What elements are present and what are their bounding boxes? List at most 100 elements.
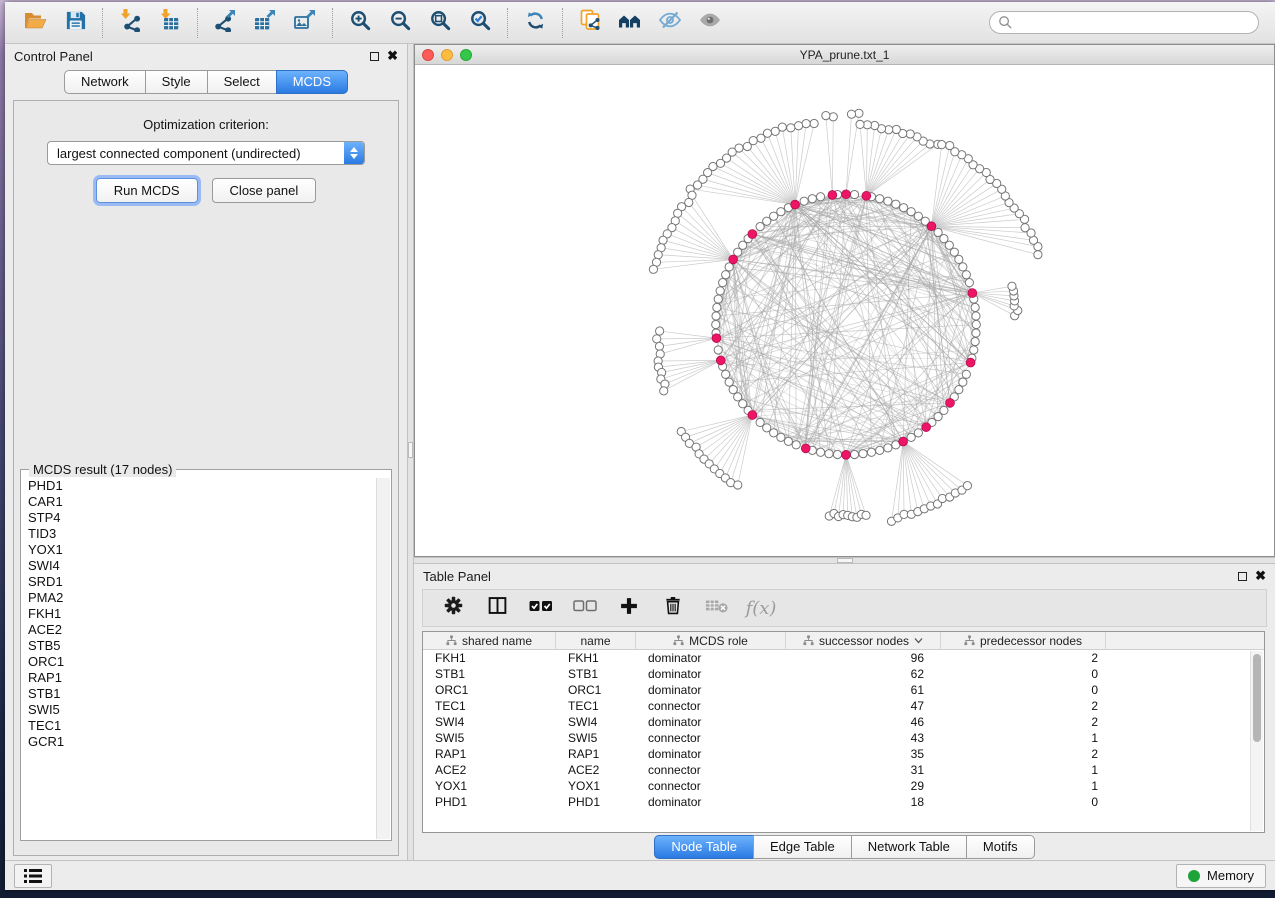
toolbar-separator [507,8,508,38]
save-session-button[interactable] [55,6,95,40]
hide-selected-button[interactable] [650,6,690,40]
mcds-result-item[interactable]: STP4 [22,510,390,526]
table-row[interactable]: PHD1PHD1dominator180 [423,794,1264,810]
zoom-in-button[interactable] [340,6,380,40]
delete-columns-button[interactable] [661,596,685,620]
table-scrollbar[interactable] [1250,651,1263,831]
tab-network[interactable]: Network [64,70,146,94]
table-scrollbar-thumb[interactable] [1253,654,1261,742]
export-table-button[interactable] [245,6,285,40]
memory-button[interactable]: Memory [1176,864,1266,888]
mcds-result-item[interactable]: TEC1 [22,718,390,734]
tab-edge-table[interactable]: Edge Table [753,835,852,859]
search-input[interactable] [989,11,1259,34]
float-table-panel-icon[interactable] [1238,572,1247,581]
vertical-splitter[interactable] [407,44,414,860]
mcds-result-item[interactable]: PHD1 [22,478,390,494]
column-header-successor-nodes[interactable]: successor nodes [786,632,941,649]
mcds-result-item[interactable]: SWI4 [22,558,390,574]
criterion-selected-value: largest connected component (undirected) [48,146,344,161]
close-panel-icon[interactable]: ✖ [387,51,398,61]
refresh-button[interactable] [515,6,555,40]
float-panel-icon[interactable] [370,52,379,61]
column-header-predecessor-nodes[interactable]: predecessor nodes [941,632,1106,649]
cell-name: SWI5 [556,730,636,746]
table-row[interactable]: ACE2ACE2connector311 [423,762,1264,778]
cell-name: SWI4 [556,714,636,730]
show-all-button[interactable] [690,6,730,40]
task-history-button[interactable] [14,864,52,888]
open-session-button[interactable] [15,6,55,40]
new-column-button[interactable] [617,596,641,620]
run-mcds-button[interactable]: Run MCDS [96,178,198,203]
function-builder-button: f(x) [749,596,773,620]
zoom-fit-button[interactable] [420,6,460,40]
mcds-result-item[interactable]: RAP1 [22,670,390,686]
mcds-result-item[interactable]: GCR1 [22,734,390,750]
tab-mcds[interactable]: MCDS [276,70,348,94]
mcds-list-scrollbar[interactable] [376,478,390,839]
table-row[interactable]: TEC1TEC1connector472 [423,698,1264,714]
tab-motifs[interactable]: Motifs [966,835,1035,859]
column-header-shared-name[interactable]: shared name [423,632,556,649]
table-row[interactable]: STB1STB1dominator620 [423,666,1264,682]
import-network-button[interactable] [110,6,150,40]
sort-indicator-icon [914,637,923,644]
hide-selected-icon [658,8,682,37]
column-chooser-button[interactable] [485,596,509,620]
column-header-MCDS-role[interactable]: MCDS role [636,632,786,649]
new-network-from-selection-button[interactable] [570,6,610,40]
table-row[interactable]: ORC1ORC1dominator610 [423,682,1264,698]
table-tabs: Node TableEdge TableNetwork TableMotifs [414,833,1275,860]
settings-button[interactable] [441,596,465,620]
cell-predecessor-nodes: 1 [941,762,1106,778]
deselect-all-button[interactable] [573,596,597,620]
criterion-select[interactable]: largest connected component (undirected) [47,141,365,165]
cell-predecessor-nodes: 0 [941,794,1106,810]
tab-select[interactable]: Select [207,70,277,94]
column-header-name[interactable]: name [556,632,636,649]
close-table-panel-icon[interactable]: ✖ [1255,571,1266,581]
column-chooser-icon [487,595,508,621]
zoom-selected-button[interactable] [460,6,500,40]
mcds-result-item[interactable]: SRD1 [22,574,390,590]
select-all-button[interactable] [529,596,553,620]
table-row[interactable]: YOX1YOX1connector291 [423,778,1264,794]
mcds-result-item[interactable]: SWI5 [22,702,390,718]
zoom-out-button[interactable] [380,6,420,40]
mcds-result-item[interactable]: STB5 [22,638,390,654]
export-network-button[interactable] [205,6,245,40]
cell-predecessor-nodes: 2 [941,698,1106,714]
mcds-result-item[interactable]: FKH1 [22,606,390,622]
mcds-result-item[interactable]: TID3 [22,526,390,542]
table-row[interactable]: FKH1FKH1dominator962 [423,650,1264,666]
export-network-icon [213,8,237,37]
table-row[interactable]: SWI4SWI4dominator462 [423,714,1264,730]
tab-node-table[interactable]: Node Table [654,835,754,859]
cell-name: TEC1 [556,698,636,714]
tab-network-table[interactable]: Network Table [851,835,967,859]
cell-shared-name: SWI4 [423,714,556,730]
first-neighbors-button[interactable] [610,6,650,40]
mcds-result-item[interactable]: ORC1 [22,654,390,670]
cell-name: ACE2 [556,762,636,778]
export-image-button[interactable] [285,6,325,40]
network-canvas[interactable] [415,65,1274,556]
network-window-titlebar[interactable]: YPA_prune.txt_1 [415,45,1274,65]
delete-table-icon [705,597,729,620]
table-panel-title: Table Panel [423,569,491,584]
mcds-result-item[interactable]: PMA2 [22,590,390,606]
mcds-result-list[interactable]: PHD1CAR1STP4TID3YOX1SWI4SRD1PMA2FKH1ACE2… [22,478,390,839]
cell-name: RAP1 [556,746,636,762]
close-panel-button[interactable]: Close panel [212,178,317,203]
import-table-button[interactable] [150,6,190,40]
mcds-result-item[interactable]: YOX1 [22,542,390,558]
table-row[interactable]: SWI5SWI5connector431 [423,730,1264,746]
mcds-result-item[interactable]: ACE2 [22,622,390,638]
horizontal-splitter[interactable] [414,557,1275,564]
table-row[interactable]: RAP1RAP1dominator352 [423,746,1264,762]
tab-style[interactable]: Style [145,70,208,94]
attribute-type-icon [964,635,975,646]
mcds-result-item[interactable]: STB1 [22,686,390,702]
mcds-result-item[interactable]: CAR1 [22,494,390,510]
